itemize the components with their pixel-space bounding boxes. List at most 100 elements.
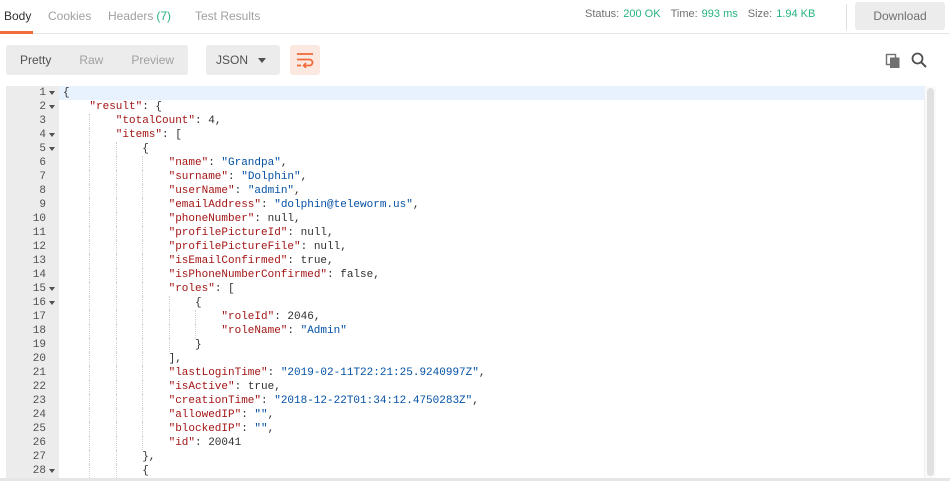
tab-test-results-label: Test Results [195, 9, 261, 23]
indent-guide [115, 408, 117, 422]
json-punctuation: : [208, 157, 222, 169]
line-number: 13 [32, 255, 46, 267]
indent-guide [89, 282, 91, 296]
line-number: 8 [39, 185, 46, 197]
code-line: 17 "roleId": 2046, [6, 310, 924, 324]
code-text: ], [169, 352, 182, 366]
json-punctuation: , [294, 185, 301, 197]
line-number: 2 [39, 101, 46, 113]
code-text: "creationTime": "2018-12-22T01:34:12.475… [169, 394, 479, 408]
json-punctuation: : [267, 367, 281, 379]
size-label: Size: [747, 8, 773, 20]
indent-guide [89, 380, 91, 394]
json-punctuation: : [234, 381, 248, 393]
indent-guide [89, 464, 91, 478]
json-punctuation: { [63, 87, 70, 99]
fold-toggle-icon[interactable] [49, 469, 55, 473]
indent-guide [142, 226, 144, 240]
search-icon[interactable] [911, 52, 927, 68]
wrap-lines-button[interactable] [290, 45, 320, 75]
line-number: 15 [32, 283, 46, 295]
indent-guide [142, 422, 144, 436]
fold-toggle-icon[interactable] [49, 105, 55, 109]
json-punctuation: ], [168, 353, 182, 365]
view-mode-raw[interactable]: Raw [65, 45, 117, 75]
line-number: 12 [32, 241, 46, 253]
indent-guide [89, 268, 91, 282]
code-text: "allowedIP": "", [169, 408, 275, 422]
indent-guide [89, 254, 91, 268]
json-punctuation: , [327, 227, 334, 239]
view-mode-pretty[interactable]: Pretty [6, 45, 65, 75]
line-number: 28 [32, 465, 46, 477]
chevron-down-icon [258, 58, 266, 63]
json-punctuation: }, [142, 451, 156, 463]
status-value[interactable]: 200 OK [623, 8, 660, 20]
fold-toggle-icon[interactable] [49, 91, 55, 95]
code-text: "roleId": 2046, [221, 310, 320, 324]
code-line: 25 "blockedIP": "", [6, 422, 924, 436]
tab-body[interactable]: Body [0, 0, 34, 34]
json-literal: null [267, 213, 295, 225]
code-text: "result": { [89, 100, 162, 114]
indent-guide [89, 408, 91, 422]
tab-headers[interactable]: Headers (7) [108, 0, 171, 34]
line-number: 18 [32, 325, 46, 337]
indent-guide [89, 170, 91, 184]
view-mode-preview[interactable]: Preview [117, 45, 188, 75]
format-select[interactable]: JSON [206, 45, 280, 75]
response-body-editor[interactable]: 1{2 "result": {3 "totalCount": 4, 4 "items":… [6, 86, 936, 481]
indent-guide [168, 296, 170, 310]
fold-toggle-icon[interactable] [49, 133, 55, 137]
json-punctuation: , [412, 199, 420, 211]
size-info: Size: 1.94 KB [748, 8, 816, 20]
json-key: "roleId" [221, 311, 275, 323]
json-punctuation: , [472, 395, 479, 407]
copy-icon[interactable] [885, 53, 901, 69]
line-number: 20 [32, 353, 46, 365]
vertical-scrollbar[interactable] [924, 86, 936, 481]
size-value[interactable]: 1.94 KB [776, 8, 815, 20]
indent-guide [89, 142, 91, 156]
indent-guide [142, 380, 144, 394]
indent-guide [115, 240, 117, 254]
json-punctuation: , [478, 367, 486, 379]
tab-cookies[interactable]: Cookies [48, 0, 91, 34]
code-text: { [63, 86, 70, 100]
json-string: "admin" [247, 185, 295, 197]
indent-guide [115, 324, 117, 338]
code-line: 23 "creationTime": "2018-12-22T01:34:12.4… [6, 394, 924, 408]
json-punctuation: , [294, 213, 301, 225]
download-button[interactable]: Download [855, 2, 945, 30]
indent-guide [115, 394, 117, 408]
json-literal: 20041 [208, 437, 242, 449]
code-line: 13 "isEmailConfirmed": true, [6, 254, 924, 268]
indent-guide [142, 240, 144, 254]
fold-toggle-icon[interactable] [49, 301, 55, 305]
code-line: 22 "isActive": true, [6, 380, 924, 394]
json-key: "roleName" [221, 325, 288, 337]
line-number: 6 [39, 157, 46, 169]
indent-guide [115, 212, 117, 226]
json-key: "emailAddress" [168, 199, 262, 211]
indent-guide [115, 254, 117, 268]
tab-cookies-label: Cookies [48, 9, 92, 23]
line-number: 7 [39, 171, 46, 183]
line-number: 25 [32, 423, 46, 435]
indent-guide [142, 310, 144, 324]
indent-guide [142, 366, 144, 380]
fold-toggle-icon[interactable] [49, 147, 55, 151]
indent-guide [115, 380, 117, 394]
code-line: 7 "surname": "Dolphin", [6, 170, 924, 184]
fold-toggle-icon[interactable] [49, 287, 55, 291]
indent-guide [115, 338, 117, 352]
indent-guide [89, 450, 91, 464]
scrollbar-thumb[interactable] [927, 88, 934, 476]
line-number: 4 [39, 129, 46, 141]
time-value[interactable]: 993 ms [702, 8, 738, 20]
json-literal: 2046 [287, 311, 314, 323]
indent-guide [142, 254, 144, 268]
tab-test-results[interactable]: Test Results [195, 0, 260, 34]
indent-guide [115, 310, 117, 324]
json-punctuation: : [327, 269, 341, 281]
